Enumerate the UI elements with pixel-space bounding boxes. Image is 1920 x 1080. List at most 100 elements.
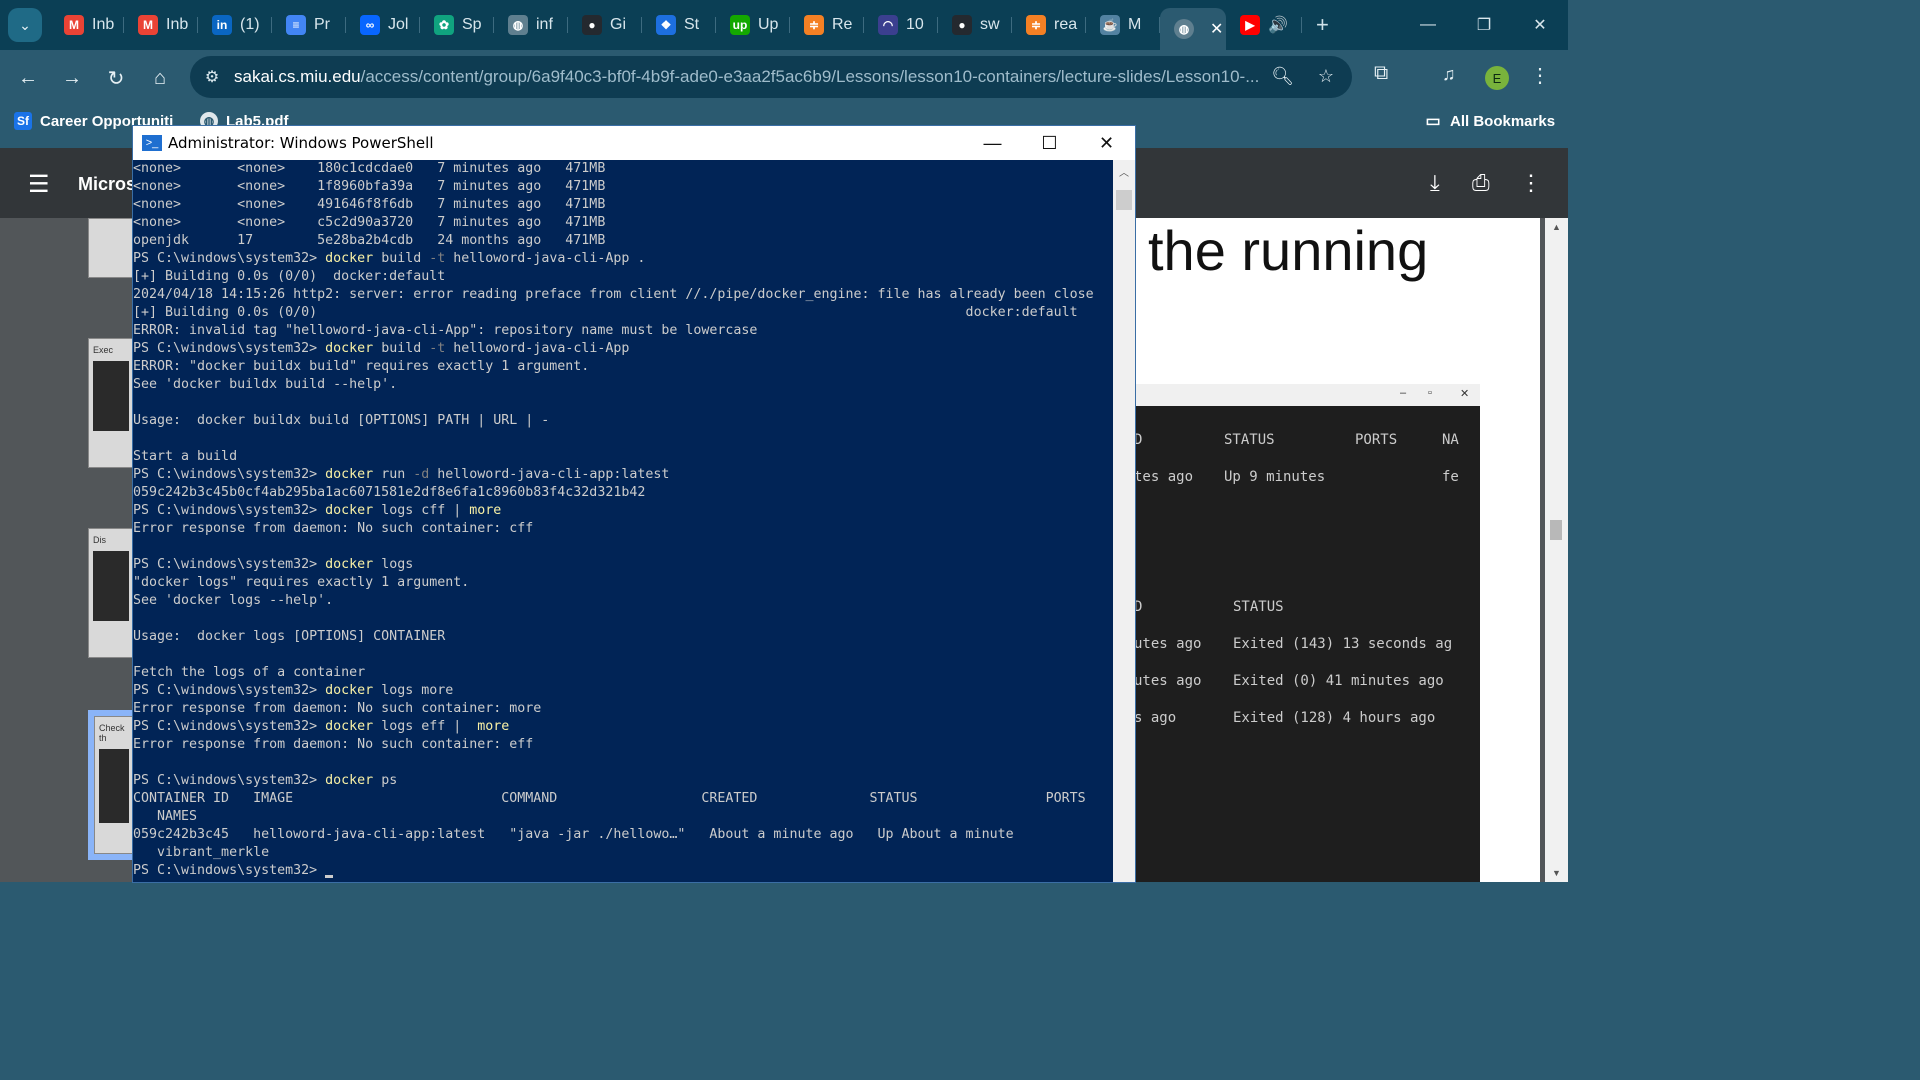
close-window-button[interactable]: ✕ (1512, 0, 1568, 50)
console-cmd: docker (325, 773, 374, 788)
console-line: vibrant_merkle (133, 844, 1113, 862)
console-text: ERROR: "docker buildx build" requires ex… (133, 359, 590, 374)
browser-tab[interactable]: ❖ St (642, 7, 716, 43)
console-cmd: docker (325, 251, 374, 266)
console-text: PS C:\windows\system32> (133, 503, 326, 518)
extensions-icon[interactable]: ⧉ (1374, 62, 1388, 85)
download-icon[interactable]: ⤓ (1430, 170, 1440, 196)
youtube-tab[interactable]: ▶ 🔊 (1226, 7, 1302, 43)
pdf-more-icon[interactable]: ⋮ (1520, 170, 1542, 196)
tab-label: Jol (388, 16, 409, 33)
pdf-scrollbar[interactable]: ▲ ▼ (1545, 218, 1568, 882)
browser-menu-icon[interactable]: ⋮ (1530, 63, 1550, 88)
powershell-window[interactable]: >_ Administrator: Windows PowerShell — ☐… (133, 126, 1135, 882)
site-info-icon[interactable]: ⚙ (190, 67, 234, 87)
thumb-terminal (93, 361, 129, 431)
console-line: openjdk 17 5e28ba2b4cdb 24 months ago 47… (133, 232, 1113, 250)
ps-maximize-button[interactable]: ☐ (1021, 126, 1078, 160)
console-line: ERROR: "docker buildx build" requires ex… (133, 358, 1113, 376)
console-text: PS C:\windows\system32> (133, 719, 326, 734)
active-tab[interactable]: ◍ ✕ (1160, 8, 1226, 50)
forward-arrow-icon[interactable]: → (50, 56, 94, 100)
powershell-titlebar[interactable]: >_ Administrator: Windows PowerShell — ☐… (133, 126, 1135, 160)
address-bar[interactable]: ⚙ sakai.cs.miu.edu/access/content/group/… (190, 56, 1352, 98)
tab-label: St (684, 16, 700, 33)
scroll-up-icon[interactable]: ▲ (1552, 222, 1561, 232)
browser-tab[interactable]: ● sw (938, 7, 1012, 43)
bookmark-star-icon[interactable]: ☆ (1318, 66, 1334, 87)
all-bookmarks[interactable]: ▭ All Bookmarks (1424, 112, 1555, 131)
url-text[interactable]: sakai.cs.miu.edu/access/content/group/6a… (234, 67, 1270, 87)
ps-close-button[interactable]: ✕ (1078, 126, 1135, 160)
tab-search-chevron-icon[interactable]: ⌄ (8, 8, 42, 42)
ps-minimize-button[interactable]: — (964, 126, 1021, 160)
console-line: "docker logs" requires exactly 1 argumen… (133, 574, 1113, 592)
minimize-button[interactable]: — (1400, 0, 1456, 50)
console-line: Start a build (133, 448, 1113, 466)
restore-button[interactable]: ❐ (1456, 0, 1512, 50)
ps-scroll-up-icon[interactable]: ︿ (1119, 164, 1129, 179)
zoom-icon[interactable]: 🔍︎ (1271, 66, 1294, 87)
back-arrow-icon[interactable]: ← (6, 56, 50, 100)
console-cmd: docker (325, 557, 374, 572)
scroll-down-icon[interactable]: ▼ (1552, 868, 1561, 878)
console-text: PS C:\windows\system32> (133, 557, 326, 572)
console-text: See 'docker logs --help'. (133, 593, 334, 608)
media-control-icon[interactable]: ♫ (1442, 64, 1456, 85)
upwork-icon: up (730, 15, 750, 35)
console-line: PS C:\windows\system32> docker run -d he… (133, 466, 1113, 484)
speaker-icon[interactable]: 🔊 (1268, 15, 1288, 35)
browser-tab[interactable]: ≑ Re (790, 7, 864, 43)
profile-avatar[interactable]: E (1485, 66, 1509, 90)
browser-tab[interactable]: ∞ Jol (346, 7, 420, 43)
browser-tab[interactable]: ☕ M (1086, 7, 1160, 43)
page-thumbnail[interactable] (88, 218, 134, 278)
close-tab-icon[interactable]: ✕ (1210, 19, 1223, 39)
slide-window-titlebar: – ▫ ✕ (1134, 384, 1480, 406)
home-icon[interactable]: ⌂ (138, 56, 182, 100)
browser-tab[interactable]: up Up (716, 7, 790, 43)
browser-tab[interactable]: M Inb (50, 7, 124, 43)
page-thumbnail[interactable]: Dis (88, 528, 134, 658)
console-output[interactable]: <none> <none> 180c1cdcdae0 7 minutes ago… (133, 160, 1113, 882)
console-line: PS C:\windows\system32> docker build -t … (133, 340, 1113, 358)
console-text: 2024/04/18 14:15:26 http2: server: error… (133, 287, 1094, 302)
browser-tab[interactable]: ≡ Pr (272, 7, 346, 43)
page-thumbnail[interactable]: Exec (88, 338, 134, 468)
console-text: ps (373, 773, 398, 788)
chatgpt-icon: ✿ (434, 15, 454, 35)
console-line: 059c242b3c45b0cf4ab295ba1ac6071581e2df8e… (133, 484, 1113, 502)
ps-scroll-thumb[interactable] (1116, 190, 1132, 210)
slide-col-names: NA (1442, 432, 1459, 448)
gmail-icon: M (138, 15, 158, 35)
console-text: logs more (373, 683, 454, 698)
console-text: <none> <none> c5c2d90a3720 7 minutes ago… (133, 215, 606, 230)
reload-icon[interactable]: ↻ (94, 56, 138, 100)
print-icon[interactable]: ⎙ (1472, 170, 1490, 196)
console-text: Start a build (133, 449, 238, 464)
console-text: <none> <none> 180c1cdcdae0 7 minutes ago… (133, 161, 606, 176)
browser-tab[interactable]: ✿ Sp (420, 7, 494, 43)
console-text: helloword-java-cli-app:latest (429, 467, 670, 482)
new-tab-button[interactable]: + (1316, 12, 1329, 38)
pdf-scroll-thumb[interactable] (1550, 520, 1562, 540)
console-line: NAMES (133, 808, 1113, 826)
page-thumbnail-selected[interactable]: Check th (88, 710, 140, 860)
slide-col-ports: PORTS (1355, 432, 1398, 448)
browser-tab[interactable]: ◍ inf (494, 7, 568, 43)
tab-label: rea (1054, 16, 1078, 33)
pdf-menu-icon[interactable]: ☰ (28, 170, 50, 199)
slide-cell: tes ago (1134, 469, 1194, 485)
browser-tab[interactable]: ≑ rea (1012, 7, 1086, 43)
slide-terminal-screenshot: – ▫ ✕ D STATUS PORTS NA tes ago Up 9 min… (1134, 384, 1480, 882)
powershell-scrollbar[interactable]: ︿ (1113, 160, 1135, 882)
browser-tab[interactable]: M Inb (124, 7, 198, 43)
thumb-label: Check th (99, 723, 125, 743)
browser-tab[interactable]: in (1) (198, 7, 272, 43)
browser-tab[interactable]: ● Gi (568, 7, 642, 43)
browser-tab[interactable]: ◠ 10 (864, 7, 938, 43)
console-cursor (325, 875, 334, 878)
